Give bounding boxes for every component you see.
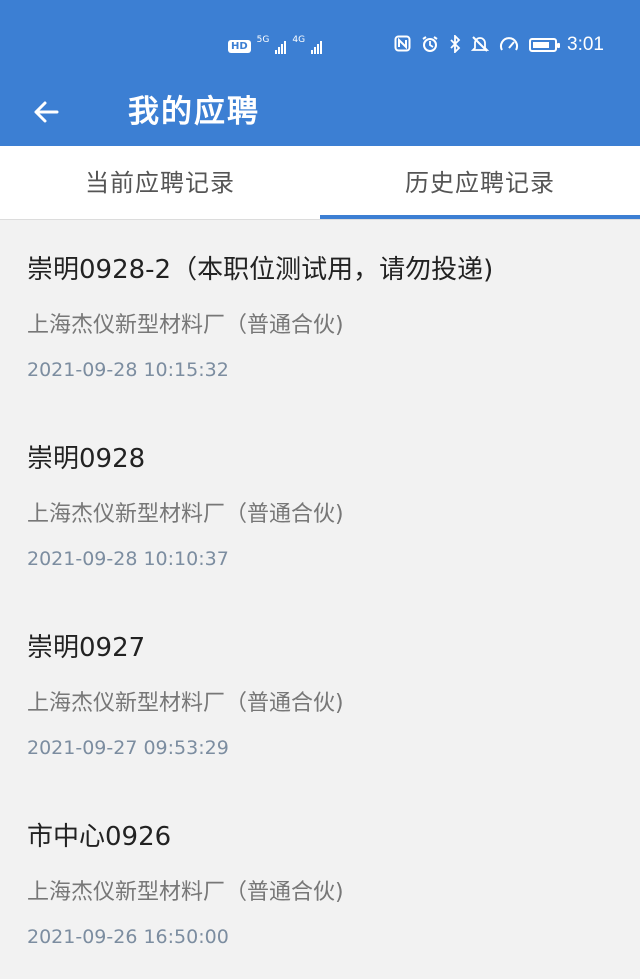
cellular-indicators: HD 5G 4G <box>228 35 323 54</box>
signal-icon <box>275 38 287 54</box>
mute-icon <box>470 35 490 56</box>
job-title: 崇明0928-2（本职位测试用，请勿投递) <box>27 255 494 285</box>
data-saver-icon <box>499 35 519 56</box>
back-button[interactable] <box>24 90 68 134</box>
tab-bar: 当前应聘记录 历史应聘记录 <box>0 146 640 220</box>
company-name: 上海杰仪新型材料厂（普通合伙) <box>27 880 344 905</box>
battery-icon <box>529 38 561 52</box>
status-time: 3:01 <box>567 34 604 55</box>
company-name: 上海杰仪新型材料厂（普通合伙) <box>27 691 344 716</box>
sim1-network-label: 5G <box>256 35 270 45</box>
job-title: 崇明0928 <box>27 444 146 474</box>
list-item[interactable]: 崇明0928 上海杰仪新型材料厂（普通合伙) 2021-09-28 10:10:… <box>0 410 640 599</box>
active-tab-indicator <box>320 215 640 219</box>
tab-history-applications[interactable]: 历史应聘记录 <box>320 146 640 220</box>
bluetooth-icon <box>449 33 461 56</box>
top-bar: HD 5G 4G 3:01 我的应聘 <box>0 0 640 146</box>
page-title: 我的应聘 <box>128 94 260 130</box>
job-title: 市中心0926 <box>27 822 172 852</box>
company-name: 上海杰仪新型材料厂（普通合伙) <box>27 313 344 338</box>
system-indicators: 3:01 <box>394 33 604 56</box>
list-item[interactable]: 崇明0927 上海杰仪新型材料厂（普通合伙) 2021-09-27 09:53:… <box>0 599 640 788</box>
application-record-list: 崇明0928-2（本职位测试用，请勿投递) 上海杰仪新型材料厂（普通合伙) 20… <box>0 221 640 977</box>
signal-icon <box>311 38 323 54</box>
sim2-network-label: 4G <box>292 35 306 45</box>
tab-current-applications[interactable]: 当前应聘记录 <box>0 146 320 220</box>
status-bar: HD 5G 4G 3:01 <box>0 0 640 90</box>
job-title: 崇明0927 <box>27 633 146 663</box>
nfc-icon <box>394 35 411 55</box>
arrow-left-icon <box>34 101 59 123</box>
app-bar: 我的应聘 <box>0 90 640 146</box>
list-item[interactable]: 崇明0928-2（本职位测试用，请勿投递) 上海杰仪新型材料厂（普通合伙) 20… <box>0 221 640 410</box>
list-item[interactable]: 市中心0926 上海杰仪新型材料厂（普通合伙) 2021-09-26 16:50… <box>0 788 640 977</box>
application-date: 2021-09-28 10:10:37 <box>27 548 229 570</box>
alarm-icon <box>421 35 439 56</box>
application-date: 2021-09-27 09:53:29 <box>27 737 229 759</box>
application-date: 2021-09-26 16:50:00 <box>27 926 229 948</box>
application-date: 2021-09-28 10:15:32 <box>27 359 229 381</box>
hd-badge: HD <box>228 39 251 53</box>
company-name: 上海杰仪新型材料厂（普通合伙) <box>27 502 344 527</box>
